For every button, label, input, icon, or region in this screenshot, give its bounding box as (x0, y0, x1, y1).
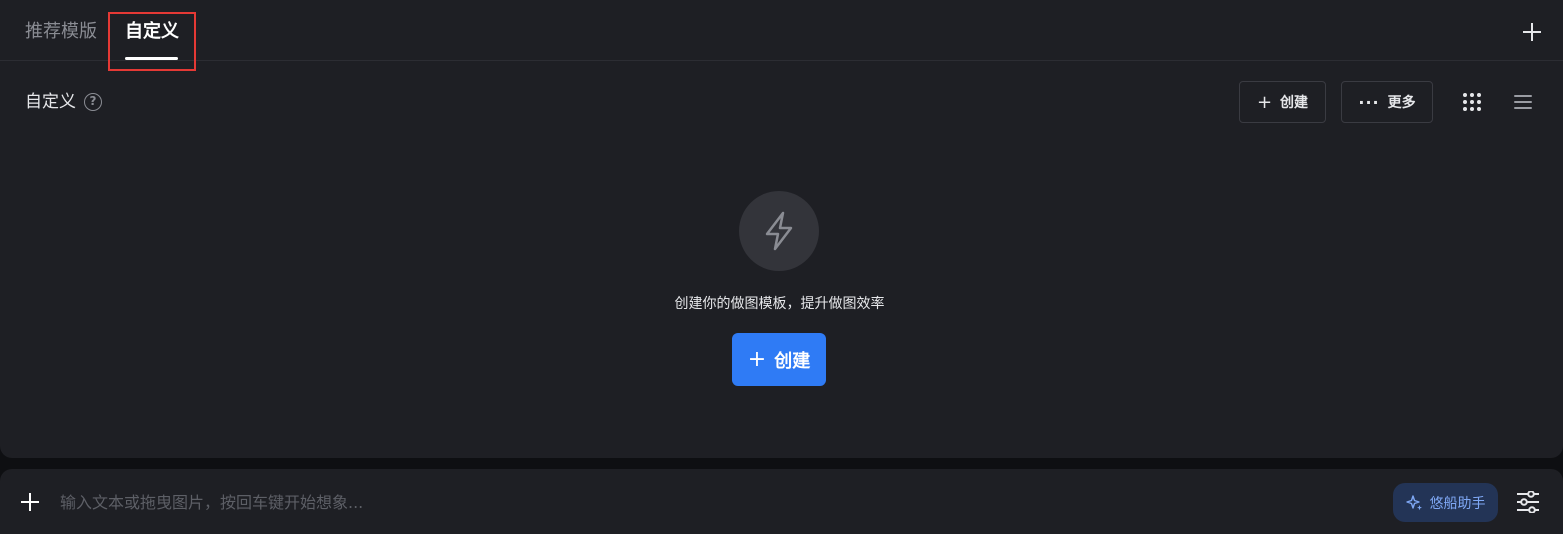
sparkle-icon (1405, 494, 1422, 510)
add-attachment-icon[interactable] (19, 491, 41, 513)
templates-panel: 推荐模版 自定义 自定义 ? + 创建 ··· 更多 创建你的做图模板，提升做图… (0, 0, 1563, 458)
tab-bar: 推荐模版 自定义 (0, 0, 1563, 71)
create-template-label: 创建 (774, 350, 811, 372)
highlight-box (108, 12, 196, 71)
empty-state-message: 创建你的做图模板，提升做图效率 (674, 296, 885, 312)
more-button[interactable]: ··· 更多 (1341, 81, 1433, 123)
add-tab-icon[interactable] (1521, 21, 1543, 43)
create-template-button[interactable]: + 创建 (732, 333, 826, 386)
grid-view-icon[interactable] (1463, 93, 1481, 111)
empty-state-badge (739, 191, 819, 271)
lightning-icon (765, 211, 793, 251)
prompt-bar: 悠船助手 (0, 469, 1563, 534)
create-button[interactable]: + 创建 (1239, 81, 1326, 123)
more-dots-icon: ··· (1358, 92, 1380, 112)
assistant-label: 悠船助手 (1429, 495, 1486, 512)
more-button-label: 更多 (1387, 95, 1416, 111)
plus-icon: + (1256, 91, 1273, 113)
tab-recommended[interactable]: 推荐模版 (25, 20, 97, 44)
list-view-icon[interactable] (1514, 95, 1532, 109)
question-circle-icon[interactable]: ? (84, 93, 102, 111)
section-title: 自定义 (25, 92, 76, 112)
plus-icon: + (747, 347, 767, 372)
sliders-settings-icon[interactable] (1516, 491, 1540, 513)
prompt-input[interactable] (60, 485, 1380, 519)
create-button-label: 创建 (1280, 95, 1309, 111)
assistant-button[interactable]: 悠船助手 (1393, 483, 1498, 522)
